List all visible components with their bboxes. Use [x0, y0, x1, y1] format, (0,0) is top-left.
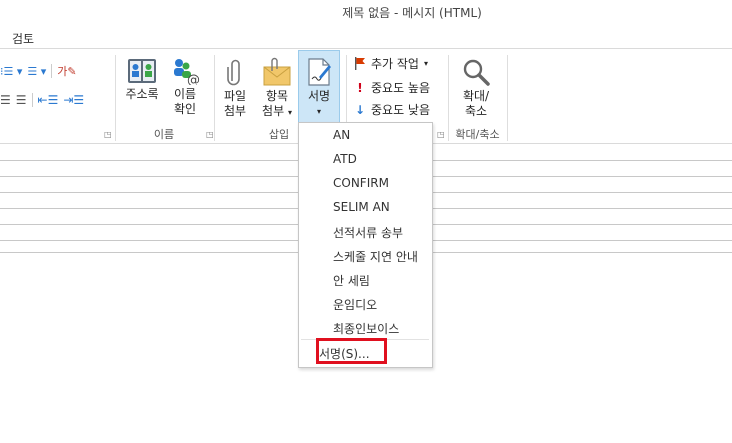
highlight-box [316, 338, 387, 364]
signature-menu-item[interactable]: 운임디오 [333, 296, 377, 313]
zoom-label-line2: 축소 [464, 104, 488, 118]
check-names-button[interactable]: @ 이름 확인 [166, 57, 204, 117]
align-center-icon[interactable]: ☰ [0, 93, 11, 107]
window-title: 제목 없음 - 메시지 (HTML) [342, 6, 482, 20]
address-book-button[interactable]: 주소록 [121, 57, 163, 102]
signature-dropdown-menu: AN ATD CONFIRM SELIM AN 선적서류 송부 스케줄 지연 안… [298, 122, 433, 368]
exclamation-icon: ! [357, 80, 363, 95]
low-importance-button[interactable]: ↓ 중요도 낮음 [354, 101, 430, 118]
attach-file-label-line1: 파일 [223, 89, 247, 103]
list-buttons-row: ⁝☰ ▾ ☰ ▾ 가✎ [0, 63, 77, 79]
zoom-label-line1: 확대/ [462, 89, 490, 103]
dialog-launcher-icon[interactable]: ◳ [104, 130, 112, 139]
high-importance-button[interactable]: ! 중요도 높음 [354, 79, 430, 96]
clear-formatting-icon[interactable]: 가✎ [57, 63, 76, 79]
group-divider [214, 55, 215, 141]
numbering-icon[interactable]: ☰ ▾ [27, 65, 46, 78]
divider [31, 93, 33, 107]
zoom-button[interactable]: 확대/ 축소 [454, 57, 498, 119]
group-divider [507, 55, 508, 141]
chevron-down-icon: ▾ [423, 59, 428, 68]
envelope-clip-icon [263, 57, 291, 86]
low-importance-label: 중요도 낮음 [371, 103, 431, 117]
address-book-label: 주소록 [125, 87, 159, 101]
align-buttons-row: ☰ ☰ ⇤☰ ⇥☰ [0, 93, 84, 107]
group-label-zoom: 확대/축소 [455, 128, 500, 141]
magnifier-icon [463, 59, 490, 86]
check-names-label-line1: 이름 [173, 87, 197, 101]
signature-menu-item[interactable]: 최종인보이스 [333, 320, 399, 337]
signature-button[interactable]: 서명 ▾ [300, 57, 338, 119]
signature-menu-item[interactable]: AN [333, 128, 350, 142]
attach-item-label-line2: 첨부 ▾ [262, 104, 292, 118]
attach-item-button[interactable]: 항목 첨부 ▾ [258, 57, 296, 120]
follow-up-label: 추가 작업 [371, 57, 419, 71]
attach-file-button[interactable]: 파일 첨부 [220, 57, 250, 119]
attach-file-label-line2: 첨부 [223, 104, 247, 118]
group-label-insert: 삽입 [268, 128, 290, 141]
chevron-down-icon: ▾ [316, 107, 321, 116]
paperclip-icon [227, 59, 240, 86]
group-label-names: 이름 [153, 128, 175, 141]
down-arrow-icon: ↓ [354, 102, 366, 117]
signature-menu-item[interactable]: 스케줄 지연 안내 [333, 248, 418, 265]
tab-review[interactable]: 검토 [12, 30, 34, 47]
signature-menu-item[interactable]: 안 세림 [333, 272, 370, 289]
decrease-indent-icon[interactable]: ⇤☰ [38, 93, 59, 107]
high-importance-label: 중요도 높음 [371, 81, 431, 95]
signature-icon [308, 58, 331, 86]
divider [51, 64, 53, 78]
flag-icon [355, 57, 365, 70]
dialog-launcher-icon[interactable]: ◳ [437, 130, 445, 139]
check-names-icon: @ [174, 59, 200, 85]
address-book-icon [128, 59, 156, 83]
svg-text:@: @ [187, 73, 200, 85]
dialog-launcher-icon[interactable]: ◳ [206, 130, 214, 139]
follow-up-button[interactable]: 추가 작업 ▾ [354, 55, 428, 72]
attach-item-label-line1: 항목 [265, 89, 289, 103]
increase-indent-icon[interactable]: ⇥☰ [63, 93, 84, 107]
signature-menu-item[interactable]: ATD [333, 152, 357, 166]
signature-menu-item[interactable]: CONFIRM [333, 176, 389, 190]
signature-menu-item[interactable]: 선적서류 송부 [333, 224, 403, 241]
group-divider [115, 55, 116, 141]
bullets-icon[interactable]: ⁝☰ ▾ [0, 65, 22, 78]
signature-menu-item[interactable]: SELIM AN [333, 200, 390, 214]
align-right-icon[interactable]: ☰ [16, 93, 27, 107]
signature-label: 서명 [307, 89, 331, 103]
check-names-label-line2: 확인 [173, 102, 197, 116]
group-divider [448, 55, 449, 141]
